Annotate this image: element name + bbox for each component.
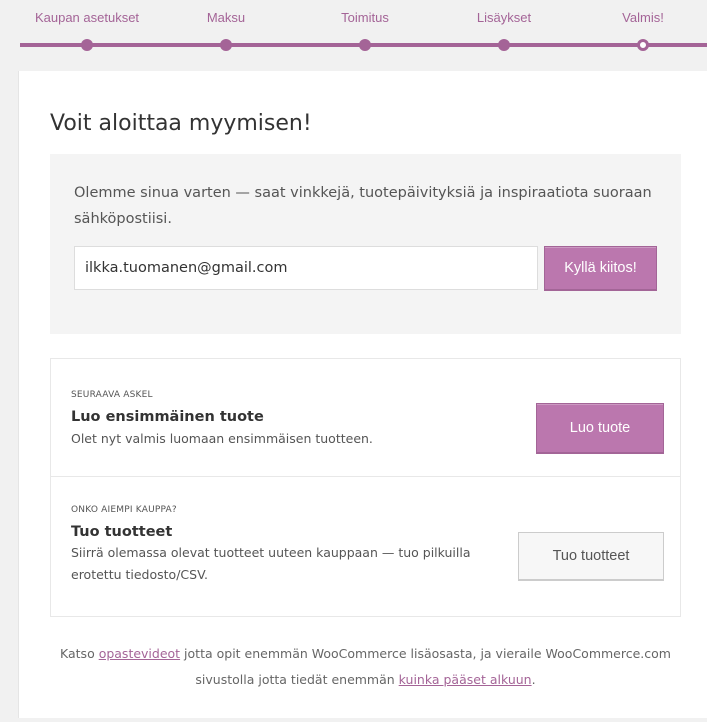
setup-ready-card: Voit aloittaa myymisen! Olemme sinua var… <box>18 71 707 718</box>
next-step-kicker: Seuraava askel <box>71 390 153 400</box>
step-label: Maksu <box>206 10 246 25</box>
page-title: Voit aloittaa myymisen! <box>50 111 312 136</box>
create-product-button[interactable]: Luo tuote <box>536 403 664 453</box>
step-dot-icon <box>359 39 371 51</box>
step-label: Kaupan asetukset <box>34 10 140 25</box>
next-step-kicker: Onko aiempi kauppa? <box>71 505 177 515</box>
newsletter-box: Olemme sinua varten — saat vinkkejä, tuo… <box>50 154 681 334</box>
step-dot-icon <box>81 39 93 51</box>
step-dot-icon <box>220 39 232 51</box>
next-step-heading: Tuo tuotteet <box>71 524 173 540</box>
next-step-heading: Luo ensimmäinen tuote <box>71 409 264 425</box>
subscribe-button[interactable]: Kyllä kiitos! <box>544 246 657 290</box>
next-steps-list: Seuraava askel Luo ensimmäinen tuote Ole… <box>50 358 681 617</box>
next-step-create-product: Seuraava askel Luo ensimmäinen tuote Ole… <box>51 359 680 477</box>
step-label: Valmis! <box>622 10 664 25</box>
footer-text: Katso opastevideot jotta opit enemmän Wo… <box>50 641 681 693</box>
footer-text-part: . <box>531 672 536 687</box>
step-dot-icon <box>498 39 510 51</box>
email-input[interactable] <box>74 246 538 290</box>
next-step-description: Siirrä olemassa olevat tuotteet uuteen k… <box>71 545 471 582</box>
footer-text-part: Katso <box>60 646 99 661</box>
next-step-import-products: Onko aiempi kauppa? Tuo tuotteet Siirrä … <box>51 476 680 616</box>
getting-started-link[interactable]: kuinka pääset alkuun <box>399 672 532 687</box>
step-label: Lisäykset <box>476 10 532 25</box>
newsletter-text: Olemme sinua varten — saat vinkkejä, tuo… <box>74 185 652 227</box>
step-label: Toimitus <box>341 10 389 25</box>
next-step-description: Olet nyt valmis luomaan ensimmäisen tuot… <box>71 431 373 446</box>
step-current-dot-icon <box>637 39 649 51</box>
tutorial-videos-link[interactable]: opastevideot <box>99 646 180 661</box>
setup-steps: Kaupan asetukset Maksu Toimitus Lisäykse… <box>0 0 707 58</box>
import-products-button[interactable]: Tuo tuotteet <box>518 532 664 580</box>
